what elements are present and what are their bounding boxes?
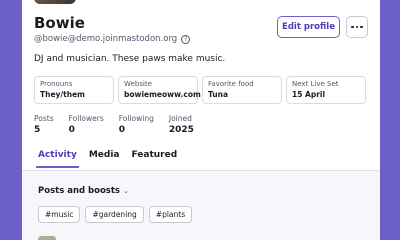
- stat-joined: Joined 2025: [169, 114, 194, 135]
- stat-following[interactable]: Following 0: [119, 114, 154, 135]
- post-avatar[interactable]: [38, 236, 56, 240]
- field-value-link[interactable]: bowiemeoww.com: [124, 90, 201, 99]
- tab-featured[interactable]: Featured: [131, 150, 177, 168]
- stat-value: 2025: [168, 125, 194, 135]
- field-label: Pronouns: [40, 80, 73, 88]
- field-value: Tuna: [208, 90, 229, 99]
- more-horizontal-icon: [351, 25, 354, 29]
- edit-profile-button[interactable]: Edit profile: [277, 16, 340, 38]
- field-pronouns: Pronouns They/them: [34, 76, 114, 104]
- handle-row: @bowie@demo.joinmastodon.org ?: [34, 34, 191, 44]
- featured-tags: #music #gardening #plants: [38, 206, 193, 223]
- posts-filter-dropdown[interactable]: Posts and boosts ⌄: [38, 186, 129, 196]
- filter-label: Posts and boosts: [38, 186, 120, 196]
- stat-label: Followers: [68, 114, 104, 123]
- field-website: Website bowiemeoww.com: [118, 76, 201, 104]
- stat-followers[interactable]: Followers 0: [69, 114, 104, 135]
- field-label: Next Live Set: [292, 80, 339, 88]
- stat-value: 5: [34, 125, 41, 135]
- profile-panel: Bowie @bowie@demo.joinmastodon.org ? Edi…: [22, 0, 380, 240]
- field-label: Favorite food: [208, 80, 254, 88]
- stat-value: 0: [68, 125, 75, 135]
- profile-handle: @bowie@demo.joinmastodon.org: [34, 34, 178, 44]
- stat-value: 0: [118, 125, 126, 135]
- avatar[interactable]: [32, 0, 78, 6]
- profile-bio: DJ and musician. These paws make music.: [34, 54, 226, 64]
- more-horizontal-icon: [355, 25, 359, 29]
- profile-name: Bowie: [34, 14, 85, 32]
- tag-chip[interactable]: #gardening: [85, 206, 144, 223]
- stat-label: Following: [118, 114, 154, 123]
- more-options-button[interactable]: [346, 16, 368, 38]
- stat-posts[interactable]: Posts 5: [34, 114, 54, 135]
- field-value: 15 April: [292, 90, 326, 99]
- tab-media[interactable]: Media: [89, 150, 120, 168]
- stat-label: Posts: [34, 114, 54, 123]
- tab-activity[interactable]: Activity: [36, 150, 79, 168]
- profile-stats: Posts 5 Followers 0 Following 0 Joined 2…: [34, 114, 209, 135]
- profile-tabs: Activity Media Featured: [36, 150, 177, 168]
- field-label: Website: [124, 80, 152, 88]
- help-circle-icon[interactable]: ?: [181, 34, 191, 44]
- chevron-down-icon: ⌄: [123, 187, 129, 195]
- tag-chip[interactable]: #music: [38, 206, 81, 223]
- stat-label: Joined: [168, 114, 192, 123]
- field-value: They/them: [40, 90, 85, 99]
- profile-fields: Pronouns They/them Website bowiemeoww.co…: [34, 76, 366, 104]
- more-horizontal-icon: [360, 25, 363, 29]
- tag-chip[interactable]: #plants: [148, 206, 193, 223]
- field-next-live-set: Next Live Set 15 April: [286, 76, 366, 104]
- field-favorite-food: Favorite food Tuna: [202, 76, 282, 104]
